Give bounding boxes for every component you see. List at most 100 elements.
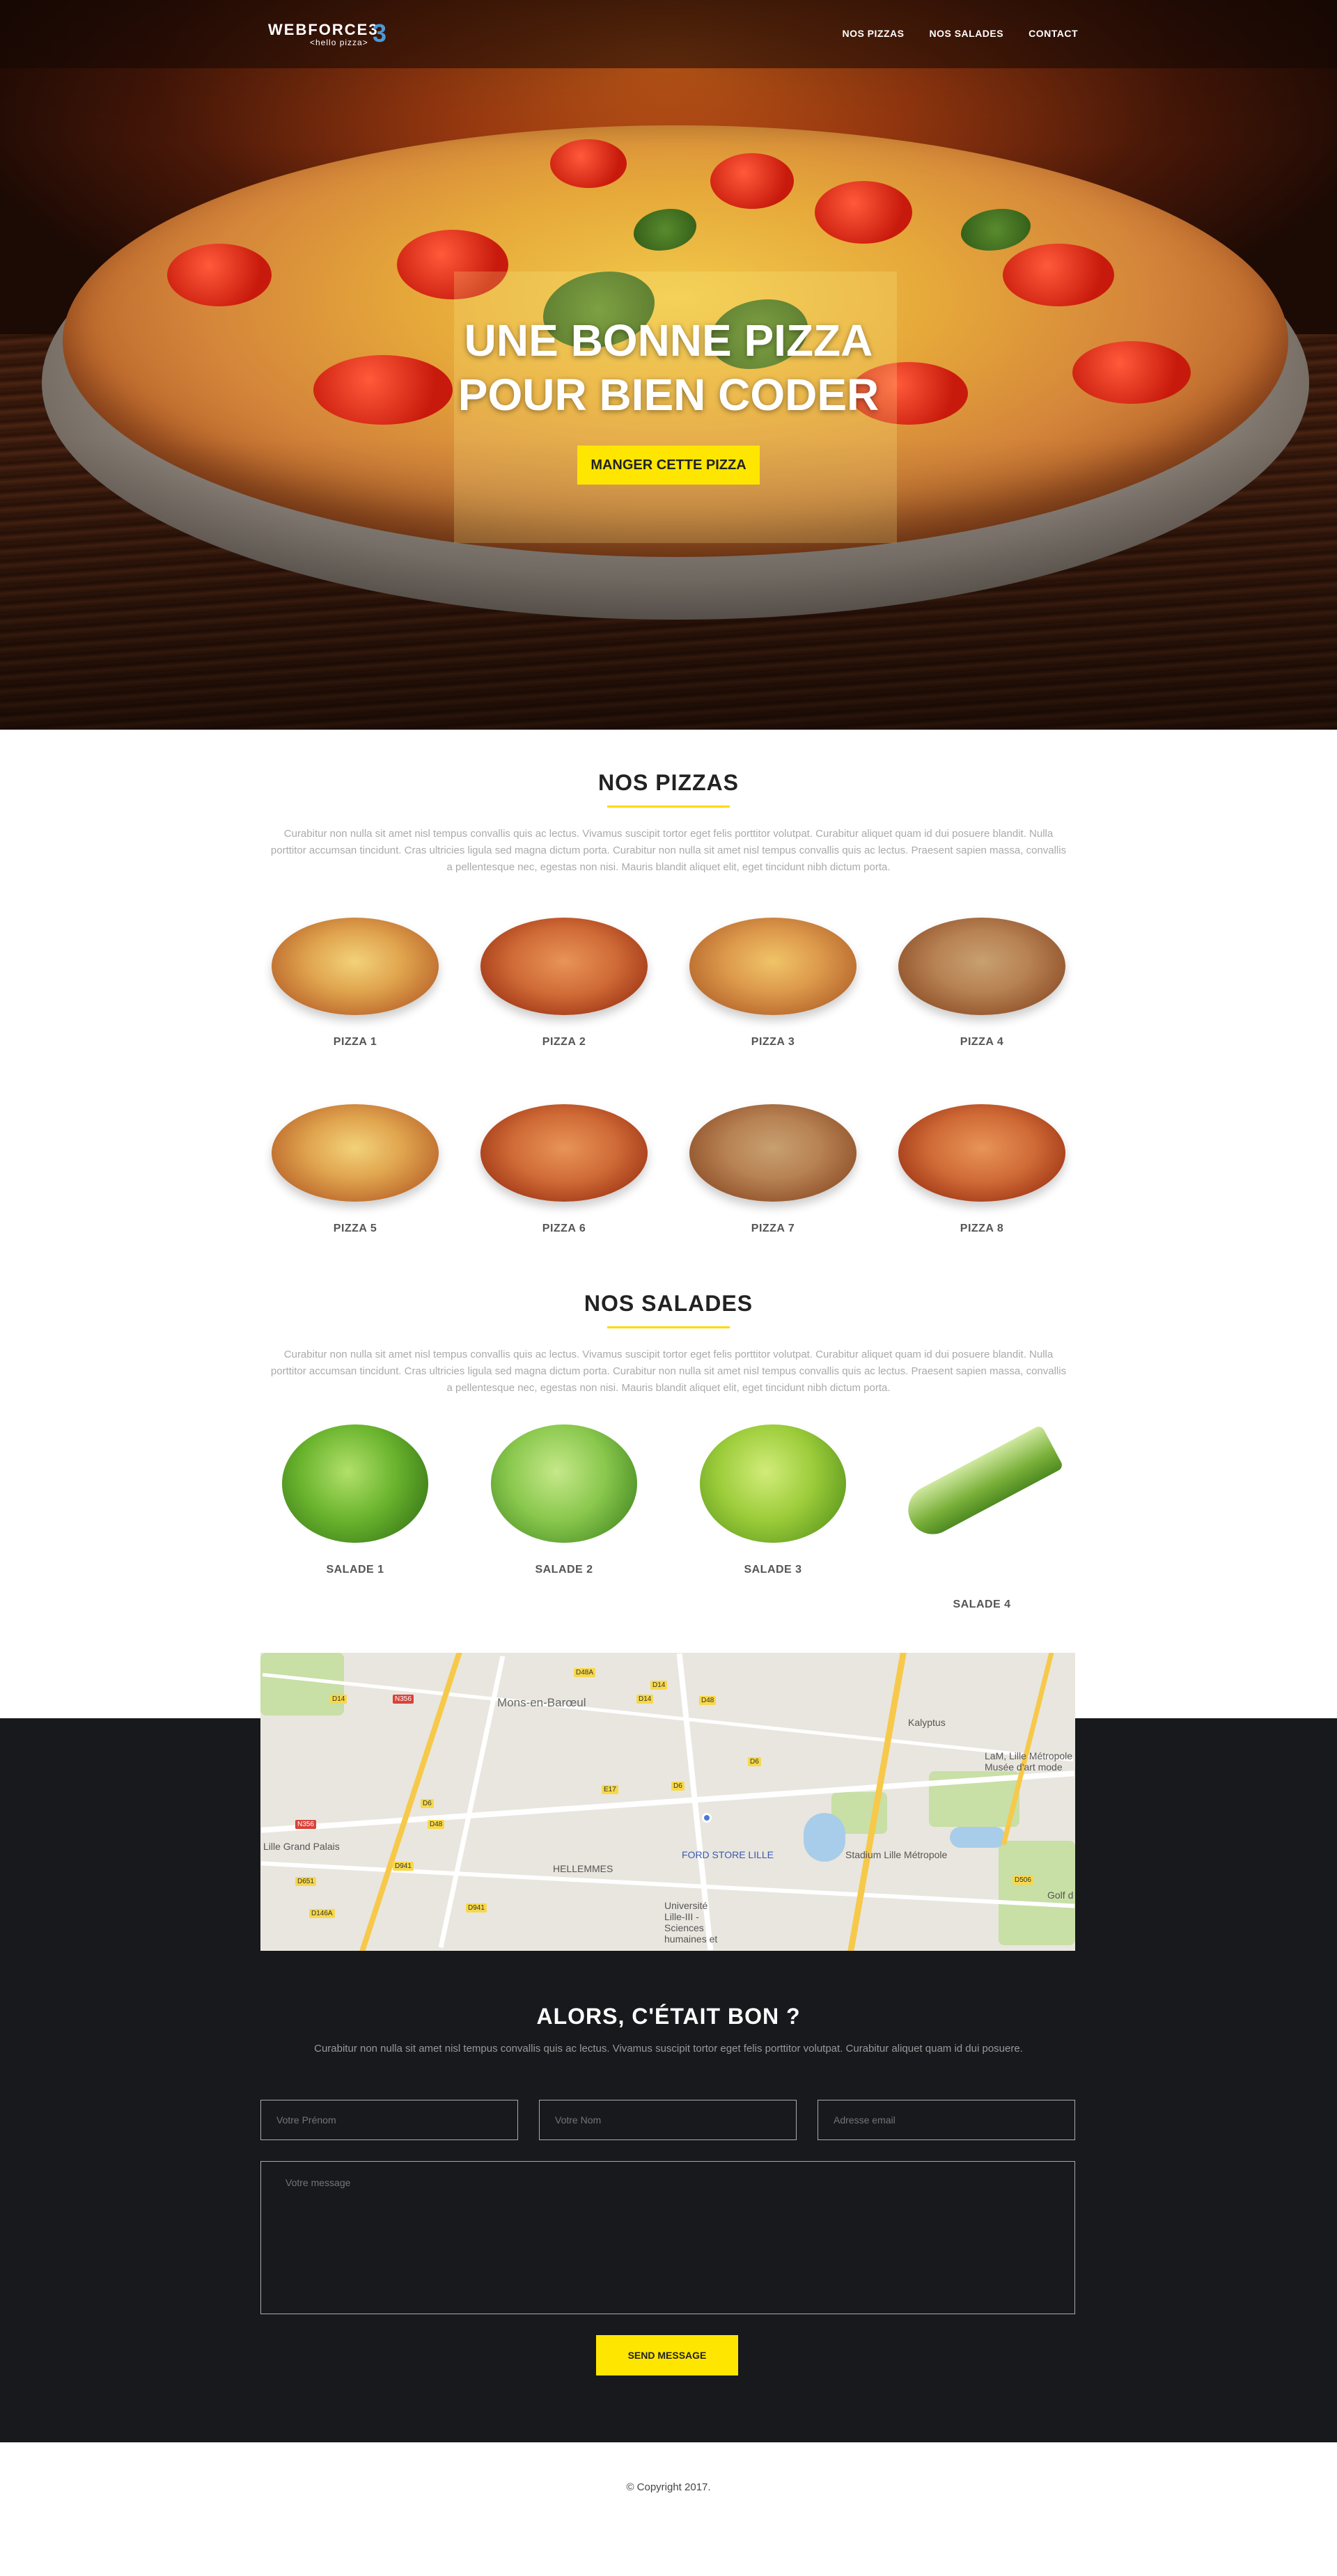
map-road-tag: D6 (671, 1782, 685, 1791)
logo-subtitle: <hello pizza> (310, 38, 368, 47)
pizza-image[interactable] (689, 1104, 857, 1202)
salad-card[interactable]: SALADE 3 (668, 1424, 877, 1611)
pizza-image[interactable] (898, 918, 1065, 1015)
top-navbar: WEBFORCE3 <hello pizza> 3 NOS PIZZAS NOS… (0, 0, 1337, 68)
pizza-card[interactable]: PIZZA 1 (251, 918, 460, 1049)
send-message-button[interactable]: SEND MESSAGE (596, 2335, 738, 2375)
email-field[interactable] (818, 2100, 1075, 2140)
pizza-card[interactable]: PIZZA 8 (877, 1104, 1086, 1235)
salads-title: NOS SALADES (584, 1291, 753, 1316)
salad-card[interactable]: SALADE 2 (460, 1424, 668, 1611)
map-road-tag: D48 (699, 1696, 717, 1705)
map-water (950, 1827, 1006, 1848)
pizzas-description: Curabitur non nulla sit amet nisl tempus… (270, 828, 1067, 873)
footer-copyright: © Copyright 2017. (626, 2481, 711, 2493)
map-road-tag: D941 (466, 1903, 487, 1913)
salads-title-underline (607, 1326, 730, 1328)
map-label: LaM, Lille Métropole Musée d'art mode (985, 1750, 1073, 1773)
map-label: Kalyptus (908, 1717, 946, 1728)
map-road-tag: D48A (574, 1668, 596, 1677)
pizza-label: PIZZA 1 (333, 1036, 377, 1048)
hero-title-line2: POUR BIEN CODER (458, 370, 879, 420)
map-road-tag: D651 (295, 1877, 316, 1886)
pizza-card[interactable]: PIZZA 5 (251, 1104, 460, 1235)
pizza-label: PIZZA 2 (542, 1036, 586, 1048)
pizza-label: PIZZA 7 (751, 1223, 795, 1234)
pizzas-section: NOS PIZZAS Curabitur non nulla sit amet … (0, 730, 1337, 1611)
map-road-tag: D6 (748, 1757, 761, 1766)
pizza-card[interactable]: PIZZA 3 (668, 918, 877, 1049)
message-field[interactable] (260, 2161, 1075, 2314)
contact-subtitle: Curabitur non nulla sit amet nisl tempus… (314, 2043, 1023, 2055)
map-road-tag: D941 (393, 1862, 414, 1871)
pizza-image[interactable] (689, 918, 857, 1015)
pizza-image[interactable] (480, 918, 648, 1015)
map-park (260, 1653, 344, 1715)
pizzas-title: NOS PIZZAS (597, 770, 739, 795)
salads-description: Curabitur non nulla sit amet nisl tempus… (270, 1349, 1067, 1394)
salad-image[interactable] (491, 1424, 637, 1543)
nav-link-pizzas[interactable]: NOS PIZZAS (842, 28, 904, 39)
nav-link-contact[interactable]: CONTACT (1029, 28, 1078, 39)
pizza-image[interactable] (898, 1104, 1065, 1202)
salad-card[interactable]: SALADE 4 (877, 1424, 1086, 1611)
nav-link-salades[interactable]: NOS SALADES (929, 28, 1003, 39)
salad-label: SALADE 3 (744, 1564, 802, 1576)
salad-label: SALADE 1 (326, 1564, 384, 1576)
salad-image-wrap (877, 1424, 1086, 1578)
salad-image[interactable] (900, 1424, 1064, 1543)
salad-image[interactable] (282, 1424, 428, 1543)
pizza-card[interactable]: PIZZA 2 (460, 918, 668, 1049)
salad-card[interactable]: SALADE 1 (251, 1424, 460, 1611)
map-road-tag: N356 (295, 1820, 316, 1829)
hero-title: UNE BONNE PIZZA POUR BIEN CODER (0, 313, 1337, 422)
location-pin-icon[interactable] (702, 1813, 712, 1823)
pizza-grid-row1: PIZZA 1 PIZZA 2 PIZZA 3 PIZZA 4 (251, 918, 1086, 1049)
salad-label: SALADE 4 (953, 1599, 1011, 1610)
map-road-tag: D146A (309, 1909, 335, 1918)
site-logo[interactable]: WEBFORCE3 <hello pizza> 3 (268, 19, 386, 48)
map-road-tag: D48 (428, 1820, 445, 1829)
pizza-label: PIZZA 3 (751, 1036, 795, 1048)
pizza-label: PIZZA 6 (542, 1223, 586, 1234)
map-road-tag: D14 (636, 1695, 654, 1704)
pizza-label: PIZZA 4 (960, 1036, 1004, 1048)
map-label: FORD STORE LILLE (682, 1849, 774, 1860)
map-label: Stadium Lille Métropole (845, 1849, 948, 1860)
pizza-image[interactable] (272, 1104, 439, 1202)
main-nav: NOS PIZZAS NOS SALADES CONTACT (842, 28, 1078, 39)
salad-grid: SALADE 1 SALADE 2 SALADE 3 SALADE 4 (251, 1424, 1086, 1611)
map-road-tag: N356 (393, 1695, 414, 1704)
pizza-card[interactable]: PIZZA 6 (460, 1104, 668, 1235)
lastname-field[interactable] (539, 2100, 797, 2140)
map-road-tag: D14 (330, 1695, 347, 1704)
logo-3-icon: 3 (373, 19, 387, 47)
pizza-card[interactable]: PIZZA 7 (668, 1104, 877, 1235)
pizza-image[interactable] (480, 1104, 648, 1202)
logo-title: WEBFORCE3 (268, 21, 379, 38)
contact-title: ALORS, C'ÉTAIT BON ? (536, 2004, 801, 2029)
location-map[interactable]: Mons-en-Barœul Kalyptus LaM, Lille Métro… (260, 1653, 1075, 1951)
map-label: HELLEMMES (553, 1863, 613, 1874)
hero-cta-button[interactable]: MANGER CETTE PIZZA (577, 446, 760, 485)
hero-section: WEBFORCE3 <hello pizza> 3 NOS PIZZAS NOS… (0, 0, 1337, 730)
pizzas-title-underline (607, 806, 730, 808)
salad-label: SALADE 2 (535, 1564, 593, 1576)
pizza-card[interactable]: PIZZA 4 (877, 918, 1086, 1049)
pizza-image[interactable] (272, 918, 439, 1015)
pizza-label: PIZZA 8 (960, 1223, 1004, 1234)
hero-title-line1: UNE BONNE PIZZA (464, 315, 873, 366)
map-water (804, 1813, 845, 1862)
map-road-tag: D506 (1012, 1876, 1033, 1885)
pizza-label: PIZZA 5 (333, 1223, 377, 1234)
pizza-grid-row2: PIZZA 5 PIZZA 6 PIZZA 7 PIZZA 8 (251, 1104, 1086, 1235)
firstname-field[interactable] (260, 2100, 518, 2140)
map-label: Mons-en-Barœul (497, 1696, 586, 1709)
map-road-tag: D6 (421, 1799, 434, 1808)
map-label: Golf d (1047, 1890, 1074, 1901)
map-label: Université Lille-III - Sciences humaines… (664, 1900, 718, 1945)
map-road-tag: E17 (602, 1785, 618, 1794)
map-road-tag: D14 (650, 1681, 668, 1690)
salad-image[interactable] (700, 1424, 846, 1543)
map-label: Lille Grand Palais (263, 1841, 340, 1852)
